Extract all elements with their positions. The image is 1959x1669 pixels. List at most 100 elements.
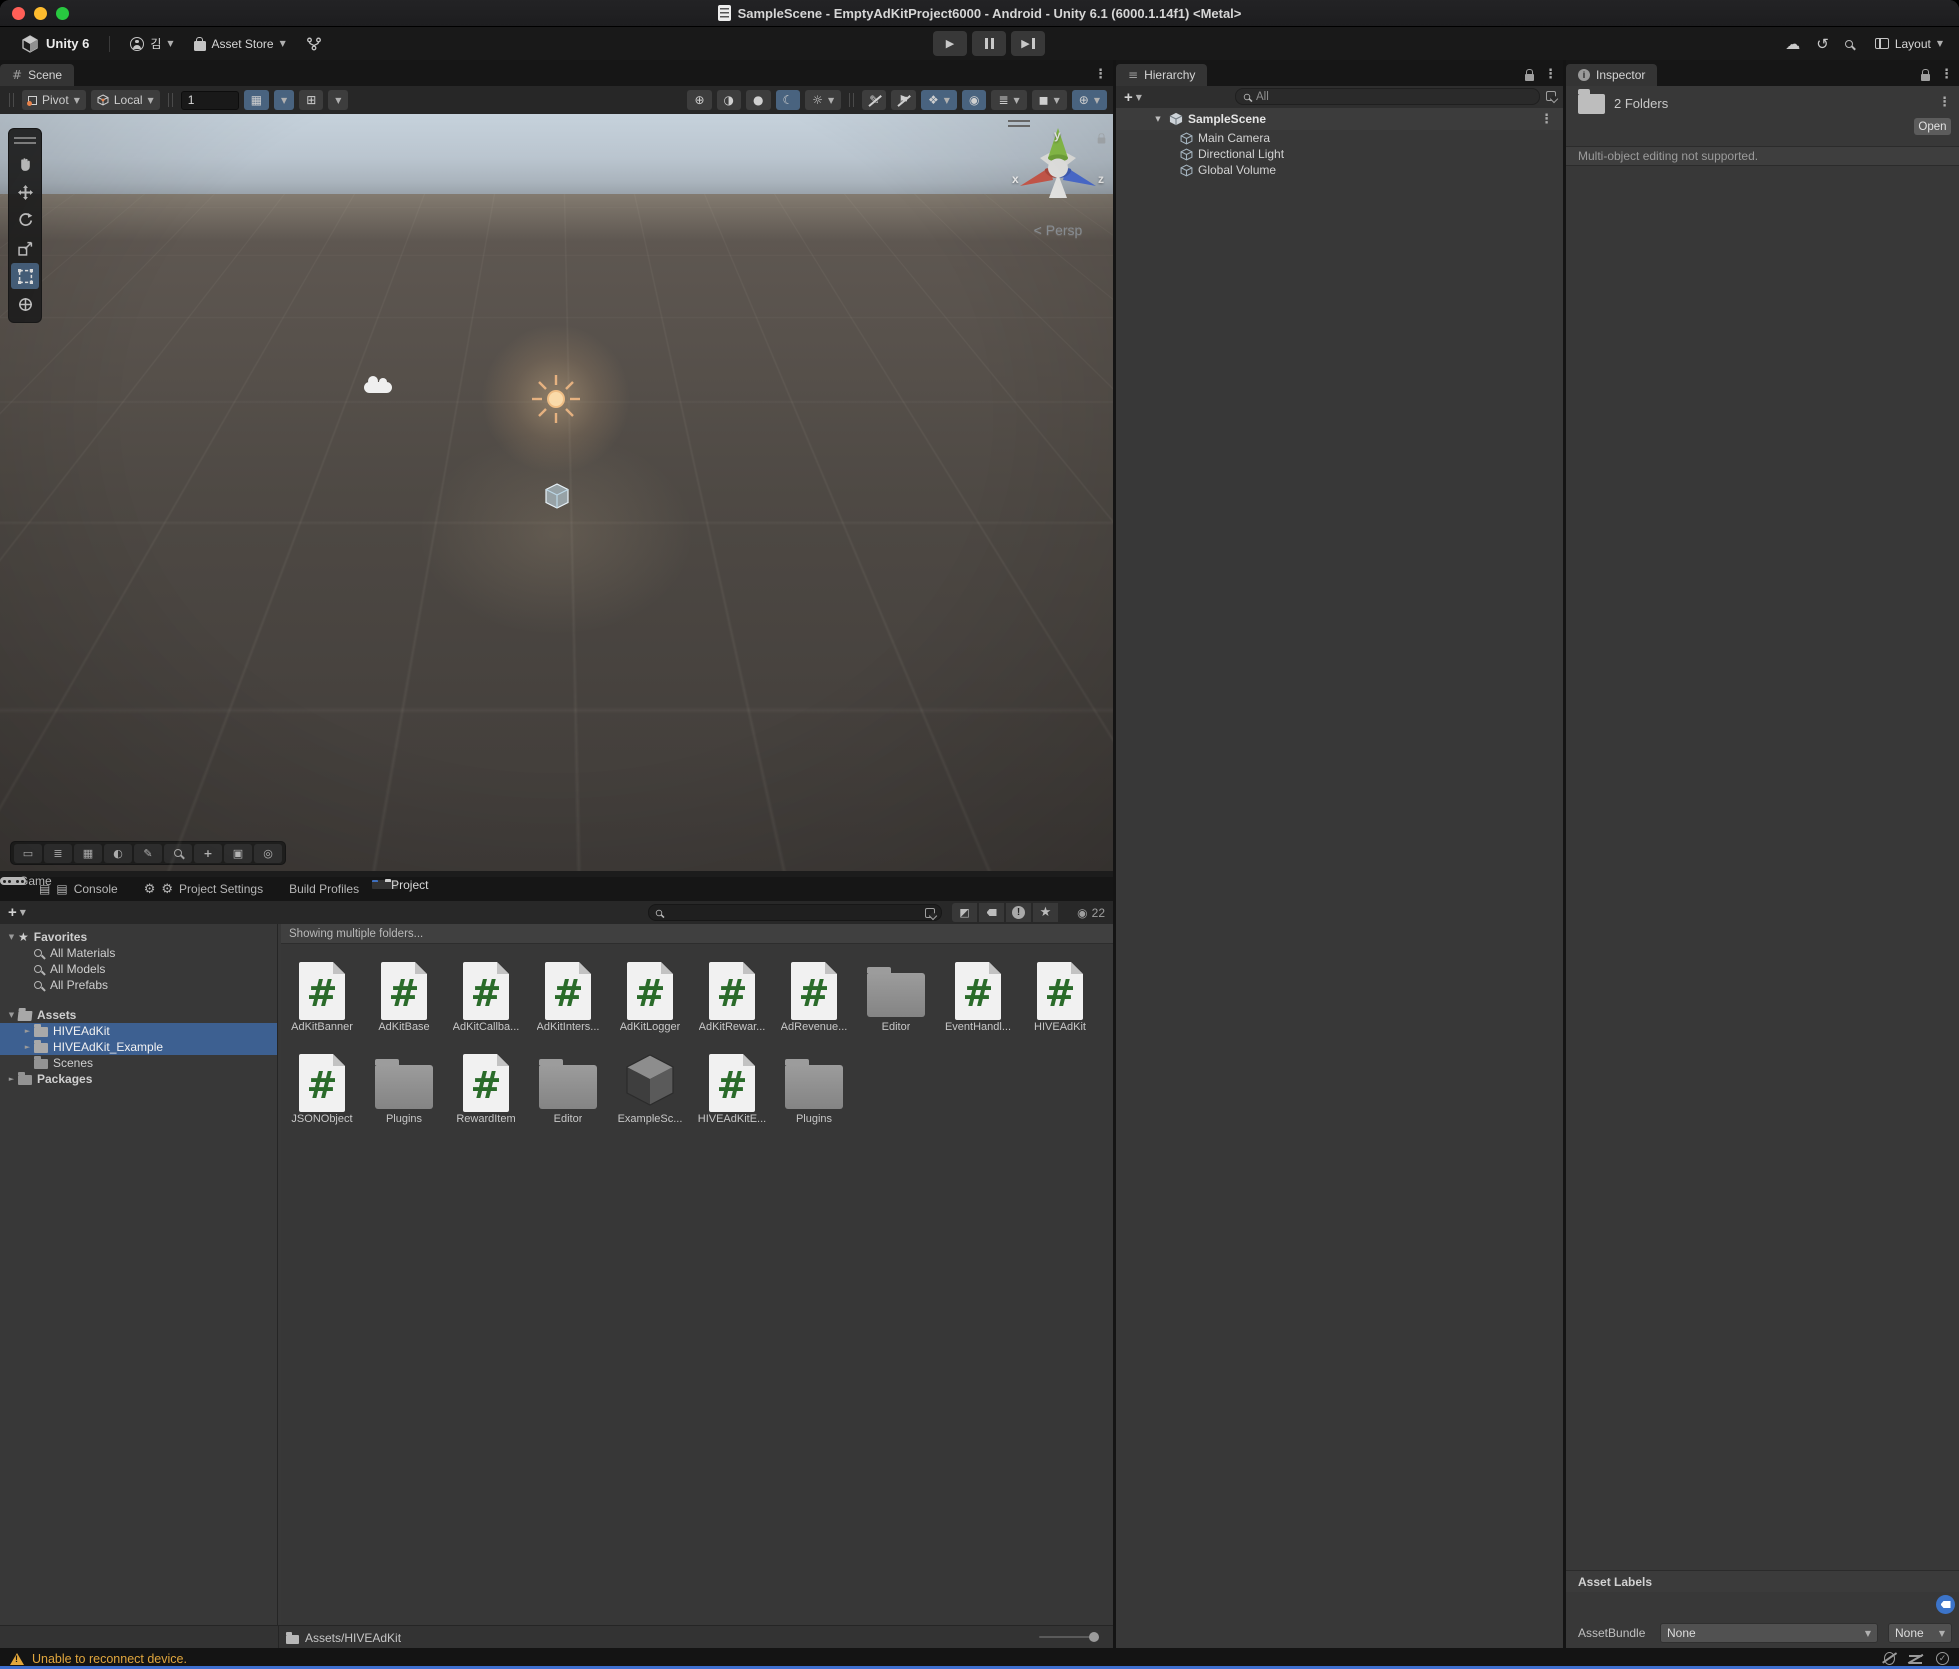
asset-item[interactable]: # AdKitRewar... — [693, 958, 771, 1036]
rect-overlay-icon[interactable]: ▭ — [14, 844, 42, 863]
sidebar-item-all-prefabs[interactable]: All Prefabs — [0, 977, 277, 993]
assetbundle-variant-dropdown[interactable]: None ▼ — [1888, 1623, 1952, 1643]
sidebar-item-assets[interactable]: Assets — [0, 1007, 277, 1023]
grid-snapping-dropdown[interactable]: ▼ — [274, 90, 294, 110]
hidden-packages-button[interactable]: ! — [1006, 903, 1031, 922]
scale-tool[interactable] — [11, 235, 39, 261]
move-tool[interactable] — [11, 179, 39, 205]
create-asset-dropdown[interactable]: +▼ — [0, 904, 34, 921]
draw-mode-wireframe-button[interactable]: ◑ — [717, 90, 741, 110]
project-search-field[interactable] — [648, 904, 942, 921]
status-warning[interactable]: Unable to reconnect device. — [32, 1652, 187, 1666]
grid-snapping-button[interactable]: ▦ — [244, 90, 269, 110]
asset-item[interactable]: Plugins — [775, 1050, 853, 1128]
sidebar-item-favorites[interactable]: Favorites — [0, 929, 277, 945]
sidebar-item-hiveadkit[interactable]: HIVEAdKit — [0, 1023, 277, 1039]
asset-item[interactable]: # AdKitBanner — [283, 958, 361, 1036]
tab-console[interactable]: Console — [26, 877, 131, 901]
view-hand-tool[interactable] — [11, 151, 39, 177]
open-button[interactable]: Open — [1914, 118, 1951, 135]
toolbar-grip[interactable] — [9, 93, 14, 107]
eye-icon[interactable]: ◉ — [1077, 906, 1087, 920]
undo-history-icon[interactable]: ↺ — [1816, 35, 1829, 53]
unity-hub-button[interactable]: Unity 6 — [14, 31, 95, 57]
project-search-input[interactable] — [668, 907, 920, 919]
expander-arrow[interactable] — [21, 1043, 34, 1051]
titlebar[interactable]: SampleScene - EmptyAdKitProject6000 - An… — [0, 0, 1959, 27]
asset-item[interactable]: # AdKitInters... — [529, 958, 607, 1036]
asset-item[interactable]: # RewardItem — [447, 1050, 525, 1128]
grid-size-field[interactable] — [181, 91, 239, 110]
camera-icon[interactable]: ▣ — [224, 844, 252, 863]
tasks-ok-icon[interactable]: ✓ — [1936, 1652, 1949, 1665]
breadcrumb[interactable]: Assets/HIVEAdKit — [286, 1626, 401, 1649]
paint-icon[interactable]: ✎ — [134, 844, 162, 863]
rect-tool[interactable] — [11, 263, 39, 289]
directional-light-gizmo[interactable] — [526, 369, 586, 429]
version-control-button[interactable] — [300, 34, 328, 54]
scene-viewport[interactable]: y x z < Persp ▭ ≣ ▦ ◐ ✎ + ▣ ◎ — [0, 114, 1113, 871]
snap-increment-dropdown[interactable]: ▼ — [328, 90, 348, 110]
lock-icon[interactable] — [1525, 74, 1534, 81]
sidebar-item-scenes[interactable]: Scenes — [0, 1055, 277, 1071]
hierarchy-item[interactable]: Main Camera — [1116, 130, 1563, 146]
draw-mode-shaded-button[interactable]: ⊕ — [687, 90, 711, 110]
zoom-window-button[interactable] — [56, 7, 69, 20]
expander-arrow[interactable]: ▼ — [1152, 115, 1164, 123]
thumbnail-zoom-slider[interactable] — [1039, 1636, 1091, 1638]
sidebar-item-packages[interactable]: Packages — [0, 1071, 277, 1087]
tab-build-profiles[interactable]: Build Profiles — [276, 877, 372, 901]
expander-arrow[interactable] — [5, 1011, 18, 1019]
debug-flag-toggle[interactable]: ⚑ — [891, 90, 916, 110]
toolbar-grip[interactable] — [168, 93, 173, 107]
asset-item[interactable]: # JSONObject — [283, 1050, 361, 1128]
hierarchy-item[interactable]: Global Volume — [1116, 162, 1563, 178]
account-menu[interactable]: 김 ▼ — [124, 32, 179, 55]
cloud-icon[interactable]: ☁ — [1785, 35, 1800, 53]
tab-scene[interactable]: # Scene — [0, 64, 74, 86]
assetbundle-dropdown[interactable]: None ▼ — [1660, 1623, 1878, 1643]
kebab-menu-icon[interactable]: ⋮ — [1544, 67, 1557, 82]
pivot-dropdown[interactable]: Pivot ▼ — [22, 90, 86, 110]
asset-item[interactable]: # AdKitLogger — [611, 958, 689, 1036]
asset-item[interactable]: ExampleSc... — [611, 1050, 689, 1128]
asset-labels-header[interactable]: Asset Labels — [1566, 1570, 1959, 1592]
toolbar-grip[interactable] — [849, 93, 854, 107]
add-label-button[interactable] — [1936, 1595, 1955, 1614]
perspective-toggle[interactable]: < Persp — [1004, 222, 1112, 238]
sidebar-item-hiveadkit_example[interactable]: HIVEAdKit_Example — [0, 1039, 277, 1055]
asset-store-menu[interactable]: Asset Store ▼ — [188, 34, 292, 54]
asset-item[interactable]: # AdRevenue... — [775, 958, 853, 1036]
layout-dropdown[interactable]: Layout ▼ — [1869, 34, 1949, 54]
compass-icon[interactable]: ◎ — [254, 844, 282, 863]
tab-hierarchy[interactable]: ≡ Hierarchy — [1116, 64, 1207, 86]
overlay-drag-handle[interactable] — [14, 137, 36, 144]
debugger-detached-icon[interactable] — [1884, 1652, 1895, 1665]
kebab-menu-icon[interactable]: ⋮ — [1940, 67, 1953, 82]
hierarchy-item[interactable]: Directional Light — [1116, 146, 1563, 162]
asset-item[interactable]: # HIVEAdKit — [1021, 958, 1099, 1036]
panels-icon[interactable]: ≣ — [44, 844, 72, 863]
scene-picker-icon[interactable] — [1546, 91, 1556, 101]
handle-orientation-dropdown[interactable]: Local ▼ — [91, 90, 160, 110]
hidden-objects-toggle[interactable]: ✎ — [862, 90, 886, 110]
camera-settings-dropdown[interactable]: ◼▼ — [1032, 90, 1067, 110]
lock-icon[interactable] — [1098, 138, 1106, 144]
orientation-gizmo[interactable]: y x z < Persp — [1004, 116, 1112, 246]
sidebar-item-all-materials[interactable]: All Materials — [0, 945, 277, 961]
step-button[interactable]: ▶ — [1011, 31, 1045, 56]
scene-lighting-toggle[interactable]: ☾ — [776, 90, 801, 110]
gizmos-dropdown[interactable]: ⊕▼ — [1072, 90, 1107, 110]
tab-project[interactable]: Project — [372, 880, 398, 889]
search-icon[interactable] — [164, 844, 192, 863]
rotate-tool[interactable] — [11, 207, 39, 233]
play-button[interactable]: ▶ — [933, 31, 967, 56]
favorites-filter-button[interactable]: ★ — [1033, 903, 1058, 922]
create-object-dropdown[interactable]: +▼ — [1116, 89, 1150, 106]
asset-item[interactable]: # AdKitBase — [365, 958, 443, 1036]
hierarchy-scene-row[interactable]: ▼ SampleScene ⋮ — [1116, 108, 1563, 130]
tab-project-settings[interactable]: Project Settings — [131, 877, 276, 901]
expander-arrow[interactable] — [21, 1027, 34, 1035]
search-icon[interactable] — [1845, 40, 1853, 48]
transform-tool[interactable] — [11, 291, 39, 317]
